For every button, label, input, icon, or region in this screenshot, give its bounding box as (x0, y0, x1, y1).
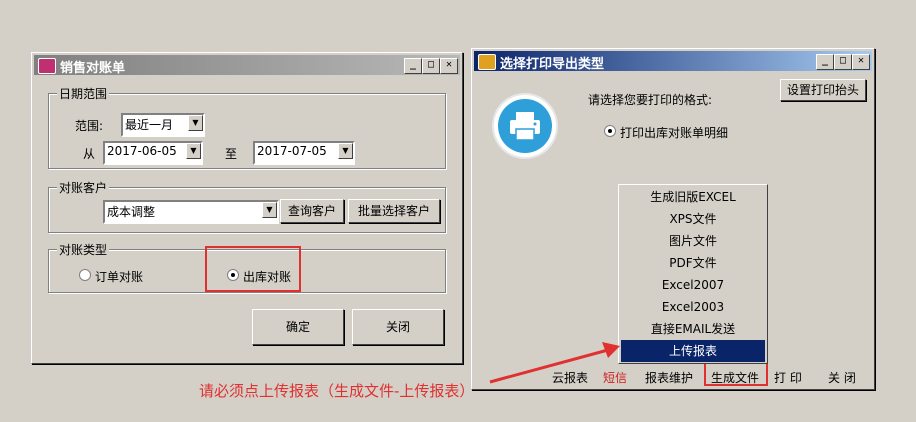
print-detail-label: 打印出库对账单明细 (620, 126, 729, 140)
query-customer-button[interactable]: 查询客户 (280, 199, 344, 223)
sales-statement-window: 销售对账单 _ □ ✕ 日期范围 范围: 最近一月 ▼ 从 2017-06-05… (31, 52, 463, 364)
to-label: 至 (225, 147, 238, 161)
menu-item-pdf[interactable]: PDF文件 (621, 252, 765, 274)
menu-item-image[interactable]: 图片文件 (621, 230, 765, 252)
menu-item-email[interactable]: 直接EMAIL发送 (621, 318, 765, 340)
print-detail-radio[interactable] (604, 125, 616, 137)
customer-group-label: 对账客户 (57, 179, 110, 196)
chevron-down-icon[interactable]: ▼ (188, 115, 203, 131)
minimize-button[interactable]: _ (404, 58, 422, 74)
range-select[interactable]: 最近一月 ▼ (121, 113, 205, 137)
customer-group: 对账客户 成本调整 ▼ 查询客户 批量选择客户 (48, 179, 446, 233)
menu-item-xps[interactable]: XPS文件 (621, 208, 765, 230)
annotation-arrow (489, 342, 620, 384)
app-icon (478, 54, 496, 70)
report-maintain-link[interactable]: 报表维护 (645, 369, 693, 386)
print-window-title: 选择打印导出类型 (500, 57, 605, 72)
from-label: 从 (83, 147, 96, 161)
menu-item-excel2003[interactable]: Excel2003 (621, 296, 765, 318)
close-button[interactable]: ✕ (852, 54, 870, 70)
date-range-group: 日期范围 范围: 最近一月 ▼ 从 2017-06-05 ▼ 至 2017-07… (48, 85, 446, 169)
ok-button[interactable]: 确定 (252, 309, 344, 345)
print-window-titlebar[interactable]: 选择打印导出类型 _ □ ✕ (474, 51, 872, 72)
chevron-down-icon[interactable]: ▼ (262, 202, 277, 218)
setup-print-header-button[interactable]: 设置打印抬头 (780, 79, 866, 101)
menu-item-excel2007[interactable]: Excel2007 (621, 274, 765, 296)
sales-close-button[interactable]: 关闭 (352, 309, 444, 345)
batch-select-customer-button[interactable]: 批量选择客户 (348, 199, 440, 223)
maximize-button[interactable]: □ (422, 58, 440, 74)
printer-icon (494, 95, 556, 157)
close-button[interactable]: ✕ (440, 58, 458, 74)
close-link[interactable]: 关 闭 (828, 369, 856, 386)
range-label: 范围: (75, 119, 104, 133)
sales-window-title: 销售对账单 (60, 61, 126, 76)
order-statement-label: 订单对账 (95, 270, 144, 284)
customer-select[interactable]: 成本调整 ▼ (103, 200, 279, 224)
format-prompt: 请选择您要打印的格式: (588, 93, 713, 107)
sales-window-titlebar[interactable]: 销售对账单 _ □ ✕ (34, 55, 460, 76)
maximize-button[interactable]: □ (834, 54, 852, 70)
date-range-label: 日期范围 (57, 85, 110, 102)
minimize-button[interactable]: _ (816, 54, 834, 70)
highlight-outbound-option (205, 246, 301, 292)
app-icon (38, 58, 56, 74)
menu-item-upload-report[interactable]: 上传报表 (621, 340, 765, 362)
highlight-generate-file (704, 362, 768, 386)
statement-type-label: 对账类型 (57, 241, 110, 258)
menu-item-old-excel[interactable]: 生成旧版EXCEL (621, 186, 765, 208)
print-link[interactable]: 打 印 (774, 369, 802, 386)
to-date-picker[interactable]: 2017-07-05 ▼ (253, 141, 355, 165)
chevron-down-icon[interactable]: ▼ (338, 143, 353, 159)
from-date-picker[interactable]: 2017-06-05 ▼ (103, 141, 203, 165)
order-statement-radio[interactable] (79, 269, 91, 281)
chevron-down-icon[interactable]: ▼ (186, 143, 201, 159)
generate-file-menu: 生成旧版EXCEL XPS文件 图片文件 PDF文件 Excel2007 Exc… (618, 184, 768, 364)
annotation-text: 请必须点上传报表（生成文件-上传报表） (199, 382, 475, 400)
